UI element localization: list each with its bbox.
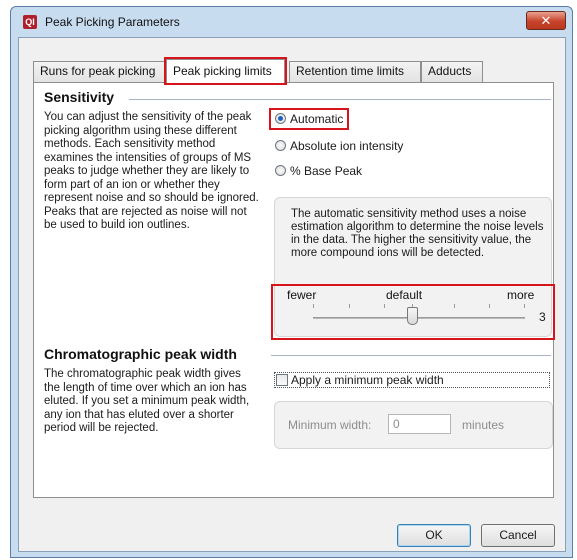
sensitivity-info-text: The automatic sensitivity method uses a …: [291, 208, 544, 259]
radio-selected-icon: [275, 113, 286, 124]
slider-tick: [454, 304, 455, 308]
tab-runs-for-peak-picking[interactable]: Runs for peak picking: [33, 61, 166, 82]
radio-automatic[interactable]: Automatic: [268, 108, 350, 130]
app-icon: QI: [23, 15, 37, 29]
title-bar[interactable]: QI Peak Picking Parameters ✕: [11, 7, 572, 37]
slider-mid-label: default: [386, 288, 423, 302]
sensitivity-slider[interactable]: fewer default more 3: [271, 284, 555, 340]
tab-adducts[interactable]: Adducts: [421, 61, 483, 82]
tab-retention-time-limits[interactable]: Retention time limits: [289, 61, 421, 82]
sensitivity-description: You can adjust the sensitivity of the pe…: [44, 111, 259, 231]
min-peak-width-checkbox-label: Apply a minimum peak width: [291, 373, 444, 387]
radio-base-peak-label: % Base Peak: [290, 164, 363, 178]
window-title: Peak Picking Parameters: [45, 15, 180, 29]
radio-absolute-ion-intensity[interactable]: Absolute ion intensity: [275, 139, 403, 153]
min-width-input[interactable]: 0: [388, 414, 451, 434]
close-button[interactable]: ✕: [526, 11, 566, 30]
peak-width-description: The chromatographic peak width gives the…: [44, 368, 250, 434]
slider-track[interactable]: [313, 317, 525, 319]
sensitivity-divider: [129, 99, 551, 100]
radio-unselected-icon: [275, 140, 286, 151]
slider-thumb[interactable]: [407, 307, 418, 325]
min-peak-width-checkbox[interactable]: Apply a minimum peak width: [274, 372, 550, 388]
slider-tick: [489, 304, 490, 308]
min-width-label: Minimum width:: [288, 418, 372, 432]
cancel-button[interactable]: Cancel: [481, 524, 555, 547]
ok-button[interactable]: OK: [397, 524, 471, 547]
peak-width-heading: Chromatographic peak width: [44, 346, 237, 362]
slider-tick: [384, 304, 385, 308]
radio-base-peak[interactable]: % Base Peak: [275, 164, 362, 178]
dialog-window: QI Peak Picking Parameters ✕ Runs for pe…: [10, 6, 573, 558]
min-width-panel: Minimum width: 0 minutes: [274, 401, 553, 449]
slider-tick: [349, 304, 350, 308]
slider-tick: [313, 304, 314, 308]
radio-absolute-label: Absolute ion intensity: [290, 139, 404, 153]
min-width-unit: minutes: [462, 418, 505, 432]
slider-tick: [524, 304, 525, 308]
slider-min-label: fewer: [287, 288, 317, 302]
tab-peak-picking-limits[interactable]: Peak picking limits: [164, 57, 287, 85]
peak-width-divider: [271, 355, 551, 356]
slider-max-label: more: [507, 288, 535, 302]
radio-unselected-icon: [275, 165, 286, 176]
sensitivity-heading: Sensitivity: [44, 89, 115, 105]
checkbox-unchecked-icon: [276, 374, 288, 386]
slider-value: 3: [539, 310, 546, 324]
radio-automatic-label: Automatic: [290, 112, 344, 126]
